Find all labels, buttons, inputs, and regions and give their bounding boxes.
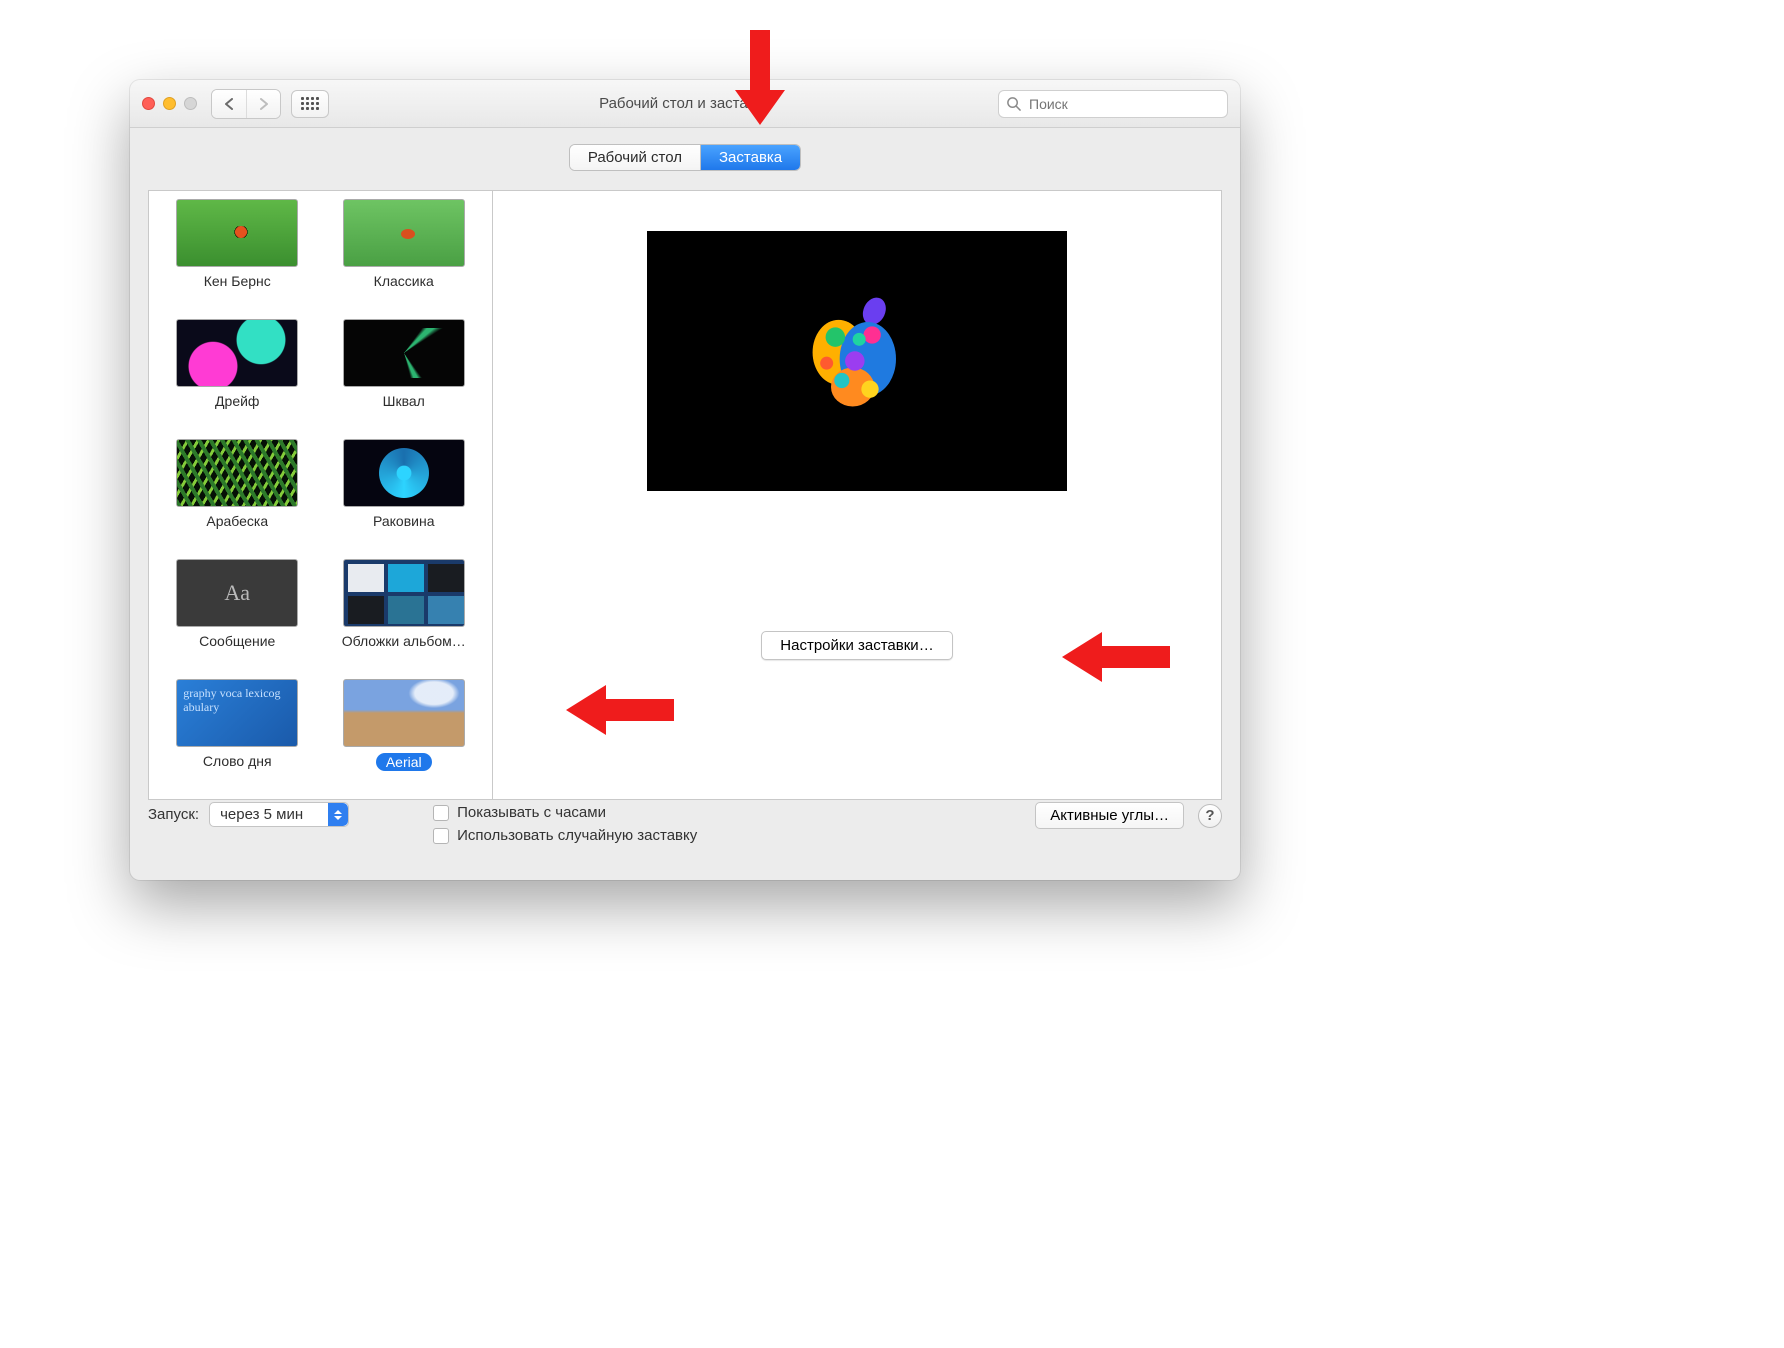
screensaver-thumb[interactable]: Классика (330, 199, 479, 309)
start-after-value: через 5 мин (220, 806, 303, 823)
thumb-label: Сообщение (199, 633, 275, 649)
screensaver-thumb[interactable]: graphy voca lexicog abulary Слово дня (163, 679, 312, 791)
annotation-arrow-left (1060, 630, 1170, 684)
thumb-image: graphy voca lexicog abulary (176, 679, 298, 747)
thumb-label: Арабеска (206, 513, 268, 529)
grid-icon (301, 97, 319, 110)
checkbox-icon (433, 828, 449, 844)
thumb-image (343, 439, 465, 507)
screensaver-thumb[interactable]: Aa Сообщение (163, 559, 312, 669)
close-icon[interactable] (142, 97, 155, 110)
search-input[interactable] (998, 90, 1228, 118)
preview-artwork (802, 296, 912, 426)
screensaver-thumb[interactable]: Aerial (330, 679, 479, 791)
start-after: Запуск: через 5 мин (148, 802, 349, 827)
footer-right: Активные углы… ? (1035, 802, 1222, 829)
thumb-image (176, 199, 298, 267)
show-all-button[interactable] (291, 90, 329, 118)
help-button[interactable]: ? (1198, 804, 1222, 828)
back-button[interactable] (212, 90, 246, 118)
thumb-label: Шквал (383, 393, 425, 409)
screensaver-list[interactable]: Кен Бернс Классика Дрейф Шквал Арабеска Раков… (148, 190, 492, 800)
thumb-label: Обложки альбом… (342, 633, 466, 649)
screensaver-thumb[interactable]: Обложки альбом… (330, 559, 479, 669)
footer: Запуск: через 5 мин Показывать с часами … (148, 802, 1222, 862)
checkbox-icon (433, 805, 449, 821)
show-clock-checkbox[interactable]: Показывать с часами (433, 804, 697, 821)
content-area: Кен Бернс Классика Дрейф Шквал Арабеска Раков… (148, 190, 1222, 800)
thumb-label: Слово дня (203, 753, 272, 769)
thumb-image (343, 319, 465, 387)
checkboxes: Показывать с часами Использовать случайн… (433, 804, 697, 844)
annotation-arrow-left (564, 683, 674, 737)
forward-button[interactable] (246, 90, 280, 118)
random-screensaver-checkbox[interactable]: Использовать случайную заставку (433, 827, 697, 844)
random-label: Использовать случайную заставку (457, 827, 697, 844)
screensaver-thumb[interactable]: Арабеска (163, 439, 312, 549)
start-label: Запуск: (148, 806, 199, 823)
search-wrap (998, 90, 1228, 118)
thumb-image (343, 199, 465, 267)
annotation-arrow-down (730, 30, 790, 130)
start-after-select[interactable]: через 5 мин (209, 802, 349, 827)
preview (647, 231, 1067, 491)
thumb-image: Aa (176, 559, 298, 627)
thumb-image (343, 559, 465, 627)
maximize-icon (184, 97, 197, 110)
screensaver-thumb[interactable]: Кен Бернс (163, 199, 312, 309)
hot-corners-button[interactable]: Активные углы… (1035, 802, 1184, 829)
titlebar: Рабочий стол и заставка (130, 80, 1240, 128)
thumb-image (176, 319, 298, 387)
tabs: Рабочий стол Заставка (130, 128, 1240, 175)
show-clock-label: Показывать с часами (457, 804, 606, 821)
search-icon (1006, 96, 1021, 115)
screensaver-thumb[interactable]: Раковина (330, 439, 479, 549)
thumb-label: Дрейф (215, 393, 259, 409)
screensaver-thumb[interactable]: Шквал (330, 319, 479, 429)
screensaver-thumb[interactable]: Дрейф (163, 319, 312, 429)
traffic-lights (142, 97, 197, 110)
screensaver-options-button[interactable]: Настройки заставки… (761, 631, 952, 660)
tab-desktop[interactable]: Рабочий стол (570, 145, 700, 170)
chevron-updown-icon (328, 803, 348, 826)
segment-control: Рабочий стол Заставка (569, 144, 801, 171)
thumb-label: Классика (374, 273, 434, 289)
thumb-image (343, 679, 465, 747)
tab-screensaver[interactable]: Заставка (700, 145, 800, 170)
thumb-label: Раковина (373, 513, 435, 529)
nav-buttons (211, 89, 281, 119)
thumb-image (176, 439, 298, 507)
minimize-icon[interactable] (163, 97, 176, 110)
thumb-label: Aerial (376, 753, 432, 771)
thumb-label: Кен Бернс (204, 273, 271, 289)
preferences-window: Рабочий стол и заставка Рабочий стол Зас… (130, 80, 1240, 880)
